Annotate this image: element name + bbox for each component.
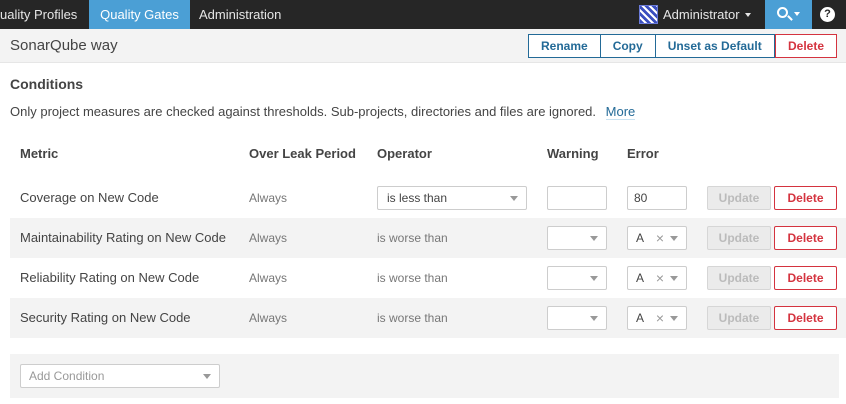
- chevron-down-icon: [670, 316, 678, 321]
- operator-value: is less than: [387, 191, 448, 205]
- operator-text: is worse than: [377, 311, 448, 325]
- page-header: SonarQube way Rename Copy Unset as Defau…: [0, 29, 846, 63]
- top-navigation: uality Profiles Quality Gates Administra…: [0, 0, 846, 29]
- leak-period: Always: [249, 191, 288, 205]
- condition-row: Reliability Rating on New Code Always is…: [10, 258, 846, 298]
- clear-icon[interactable]: ×: [656, 227, 664, 249]
- condition-row: Security Rating on New Code Always is wo…: [10, 298, 846, 338]
- leak-period: Always: [249, 271, 288, 285]
- error-select[interactable]: A ×: [627, 306, 687, 330]
- column-header-operator: Operator: [377, 146, 432, 161]
- error-select[interactable]: A ×: [627, 226, 687, 250]
- add-condition-select[interactable]: Add Condition: [20, 364, 220, 388]
- nav-administration[interactable]: Administration: [199, 0, 281, 29]
- warning-select[interactable]: [547, 306, 607, 330]
- column-header-leak: Over Leak Period: [249, 146, 356, 161]
- conditions-title: Conditions: [10, 76, 84, 92]
- chevron-down-icon: [510, 196, 518, 201]
- nav-quality-gates[interactable]: Quality Gates: [89, 0, 190, 29]
- warning-select[interactable]: [547, 266, 607, 290]
- delete-gate-button[interactable]: Delete: [775, 34, 838, 58]
- operator-text: is worse than: [377, 231, 448, 245]
- metric-name: Coverage on New Code: [20, 190, 159, 205]
- leak-period: Always: [249, 311, 288, 325]
- error-value: A: [636, 271, 645, 285]
- add-condition-bar: Add Condition: [10, 354, 839, 398]
- error-value: A: [636, 231, 645, 245]
- chevron-down-icon: [744, 12, 751, 17]
- help-icon[interactable]: ?: [820, 7, 835, 22]
- description-text: Only project measures are checked agains…: [10, 104, 597, 119]
- conditions-description: Only project measures are checked agains…: [10, 104, 636, 120]
- chevron-down-icon: [670, 276, 678, 281]
- rename-button[interactable]: Rename: [528, 34, 601, 58]
- column-header-error: Error: [627, 146, 659, 161]
- header-danger-actions: Delete: [775, 34, 838, 58]
- column-header-metric: Metric: [20, 146, 59, 161]
- delete-condition-button[interactable]: Delete: [774, 306, 837, 330]
- metric-name: Maintainability Rating on New Code: [20, 230, 226, 245]
- operator-select[interactable]: is less than: [377, 186, 527, 210]
- avatar: [639, 5, 658, 24]
- chevron-down-icon: [203, 374, 211, 379]
- operator-text: is worse than: [377, 271, 448, 285]
- add-condition-placeholder: Add Condition: [29, 369, 105, 383]
- condition-row: Maintainability Rating on New Code Alway…: [10, 218, 846, 258]
- chevron-down-icon: [590, 236, 598, 241]
- page-title: SonarQube way: [10, 37, 118, 54]
- metric-name: Reliability Rating on New Code: [20, 270, 200, 285]
- error-value: A: [636, 311, 645, 325]
- search-icon-handle: [787, 15, 793, 21]
- delete-condition-button[interactable]: Delete: [774, 226, 837, 250]
- copy-button[interactable]: Copy: [600, 34, 656, 58]
- warning-input[interactable]: [547, 186, 607, 210]
- update-button[interactable]: Update: [707, 266, 771, 290]
- warning-select[interactable]: [547, 226, 607, 250]
- update-button[interactable]: Update: [707, 306, 771, 330]
- delete-condition-button[interactable]: Delete: [774, 186, 837, 210]
- error-input[interactable]: 80: [627, 186, 687, 210]
- delete-condition-button[interactable]: Delete: [774, 266, 837, 290]
- update-button[interactable]: Update: [707, 186, 771, 210]
- column-header-warning: Warning: [547, 146, 599, 161]
- unset-default-button[interactable]: Unset as Default: [655, 34, 775, 58]
- user-menu[interactable]: Administrator: [639, 0, 751, 29]
- update-button[interactable]: Update: [707, 226, 771, 250]
- search-button[interactable]: [765, 0, 812, 29]
- clear-icon[interactable]: ×: [656, 307, 664, 329]
- condition-row: Coverage on New Code Always is less than…: [10, 178, 846, 218]
- user-name: Administrator: [663, 7, 740, 22]
- chevron-down-icon: [670, 236, 678, 241]
- more-link[interactable]: More: [605, 104, 636, 120]
- chevron-down-icon: [794, 12, 800, 16]
- chevron-down-icon: [590, 276, 598, 281]
- clear-icon[interactable]: ×: [656, 267, 664, 289]
- nav-quality-profiles[interactable]: uality Profiles: [0, 0, 87, 29]
- metric-name: Security Rating on New Code: [20, 310, 191, 325]
- error-select[interactable]: A ×: [627, 266, 687, 290]
- chevron-down-icon: [590, 316, 598, 321]
- leak-period: Always: [249, 231, 288, 245]
- header-actions: Rename Copy Unset as Default: [528, 34, 775, 58]
